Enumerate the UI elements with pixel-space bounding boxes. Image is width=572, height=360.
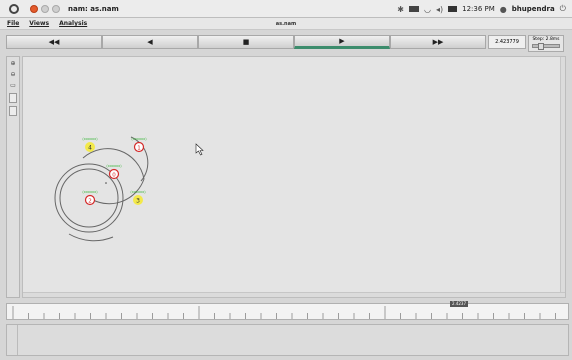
range-arc-lower xyxy=(68,233,114,242)
time-slider[interactable]: 2.4237 xyxy=(6,301,569,320)
play-button[interactable]: ▶ xyxy=(294,35,390,49)
step-control: Step: 2.8ms xyxy=(528,35,564,52)
minimize-window-button[interactable] xyxy=(41,4,49,13)
window-title: nam: as.nam xyxy=(68,4,119,13)
node-0-label: 0 xyxy=(112,172,116,178)
close-window-button[interactable] xyxy=(30,4,38,13)
node-2[interactable]: (xxxxxx) 2 xyxy=(82,190,98,206)
annotation-panel xyxy=(6,324,569,356)
step-slider[interactable] xyxy=(532,43,560,50)
menu-views[interactable]: Views xyxy=(29,20,49,27)
playback-controls: ◀◀ ◀ ■ ▶ ▶▶ 2.423779 Step: 2.8ms xyxy=(6,35,567,52)
wifi-icon[interactable]: ◡ xyxy=(424,5,431,14)
time-slider-marker[interactable]: 2.4237 xyxy=(450,301,468,307)
canvas-horizontal-scrollbar[interactable] xyxy=(23,292,565,297)
node-1-label: 1 xyxy=(137,145,141,151)
window-controls xyxy=(30,4,60,13)
node-3[interactable]: (xxxxxx) 3 xyxy=(130,190,146,205)
node-3-tag: (xxxxxx) xyxy=(130,190,146,194)
node-0-tag: (xxxxxx) xyxy=(106,164,122,168)
bluetooth-icon[interactable]: ✱ xyxy=(397,5,404,14)
step-label: Step: 2.8ms xyxy=(532,37,560,42)
canvas-vertical-scrollbar[interactable] xyxy=(560,57,565,297)
user-name[interactable]: bhupendra xyxy=(512,5,555,13)
zoom-out-icon[interactable]: ⊖ xyxy=(8,70,18,79)
time-slider-ticks xyxy=(12,306,556,319)
nam-window: nam: as.nam ✱ ◡ ◂) 12:36 PM ● bhupendra … xyxy=(0,0,572,360)
battery-icon[interactable] xyxy=(408,6,419,12)
toolbar-toggle-1[interactable] xyxy=(9,93,17,103)
node-1-tag: (xxxxxx) xyxy=(131,137,147,141)
annotation-list[interactable] xyxy=(17,325,568,355)
stop-button[interactable]: ■ xyxy=(198,35,294,49)
left-toolbar: ⊕ ⊖ ▭ xyxy=(6,56,20,298)
node-4-tag: (xxxxxx) xyxy=(82,137,98,141)
toolbar-toggle-2[interactable] xyxy=(9,106,17,116)
volume-icon[interactable]: ◂) xyxy=(436,5,443,14)
node-2-label: 2 xyxy=(88,198,92,204)
system-top-bar: nam: as.nam ✱ ◡ ◂) 12:36 PM ● bhupendra … xyxy=(0,0,572,18)
maximize-window-button[interactable] xyxy=(52,4,60,13)
node-3-label: 3 xyxy=(136,198,140,205)
network-topology: (xxxxxx) 4 (xxxxxx) 1 (xxxxxx) 0 (xxxxxx… xyxy=(54,136,204,242)
network-animation-canvas[interactable]: (xxxxxx) 4 (xxxxxx) 1 (xxxxxx) 0 (xxxxxx… xyxy=(22,56,566,298)
power-icon[interactable]: ⏻ xyxy=(560,4,566,14)
step-back-button[interactable]: ◀ xyxy=(102,35,198,49)
menu-analysis[interactable]: Analysis xyxy=(59,20,87,27)
node-2-tag: (xxxxxx) xyxy=(82,190,98,194)
fast-forward-button[interactable]: ▶▶ xyxy=(390,35,486,49)
mail-icon[interactable] xyxy=(448,6,458,12)
ubuntu-logo-icon[interactable] xyxy=(9,3,19,14)
zoom-in-icon[interactable]: ⊕ xyxy=(8,59,18,68)
rewind-button[interactable]: ◀◀ xyxy=(6,35,102,49)
system-tray: ✱ ◡ ◂) 12:36 PM ● bhupendra ⏻ xyxy=(397,0,566,18)
mouse-cursor-icon xyxy=(195,143,204,156)
step-slider-knob[interactable] xyxy=(538,43,544,50)
layout-icon[interactable]: ▭ xyxy=(8,81,18,90)
user-icon: ● xyxy=(499,4,507,14)
clock-text[interactable]: 12:36 PM xyxy=(462,5,495,13)
menu-file[interactable]: File xyxy=(7,20,19,27)
node-4[interactable]: (xxxxxx) 4 xyxy=(82,137,98,152)
packet-dot xyxy=(105,182,107,184)
node-4-label: 4 xyxy=(88,145,92,152)
current-time-display: 2.423779 xyxy=(488,35,526,49)
menu-bar: File Views Analysis as.nam xyxy=(0,18,572,30)
